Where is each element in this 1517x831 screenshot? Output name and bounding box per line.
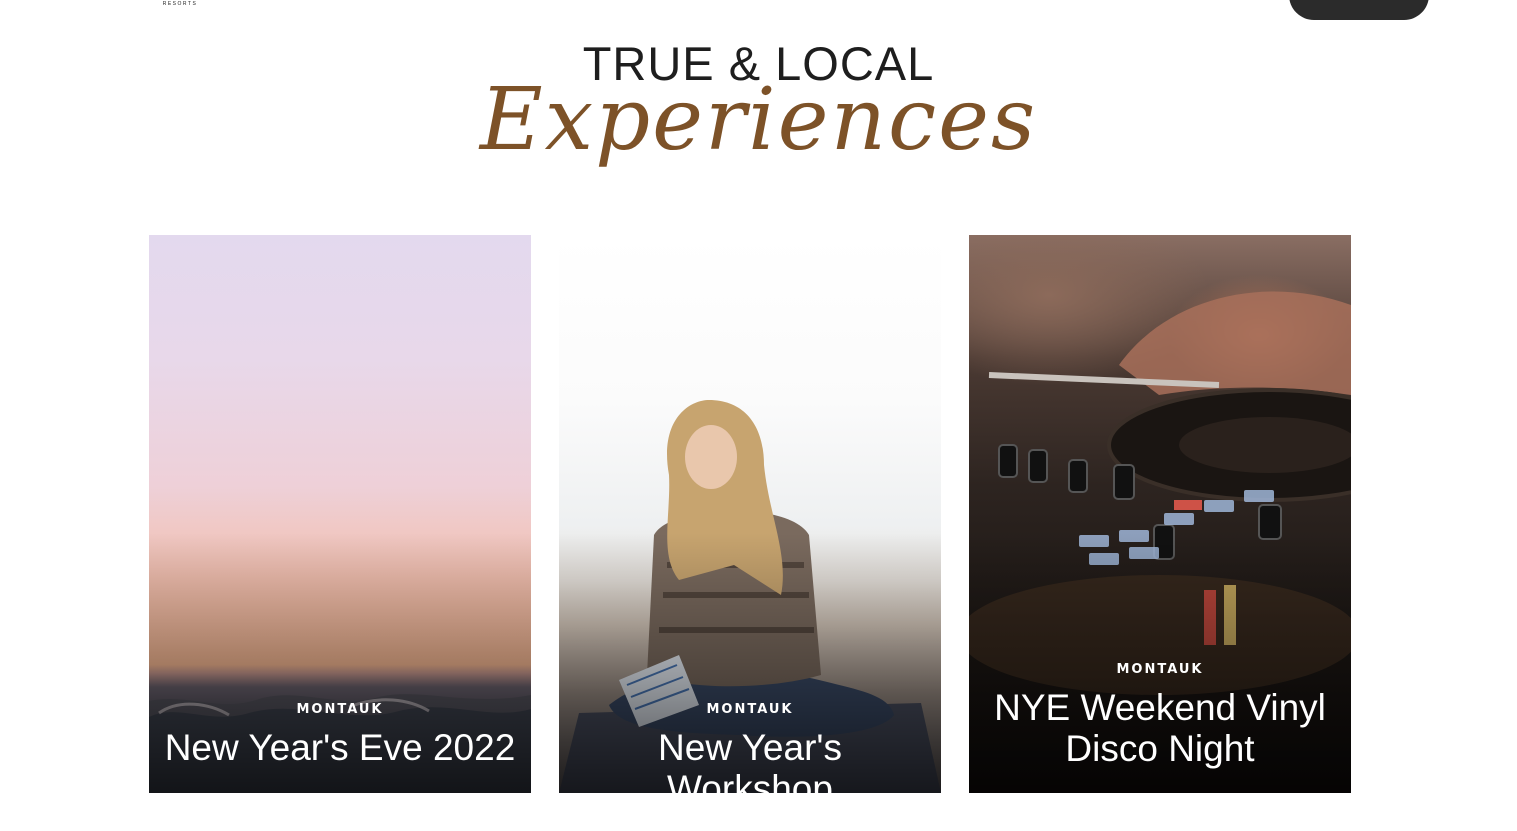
experience-card-vinyl-disco[interactable]: MONTAUK NYE Weekend Vinyl Disco Night [969, 235, 1351, 793]
card-title[interactable]: NYE Weekend Vinyl Disco Night [981, 687, 1339, 769]
card-location: MONTAUK [296, 702, 384, 717]
section-heading-script: Experiences [479, 70, 1038, 170]
card-location: MONTAUK [1116, 662, 1204, 677]
experience-card-workshop[interactable]: MONTAUK New Year's Workshop [559, 235, 941, 793]
logo-subtitle: RESORTS [162, 1, 198, 7]
page: RESORTS TRUE & LOCAL Experiences MONTAUK… [0, 0, 1517, 831]
brand-logo[interactable]: RESORTS [140, 0, 220, 14]
header-cta-button[interactable] [1289, 0, 1429, 20]
card-location: MONTAUK [706, 702, 794, 717]
experience-card-nye-2022[interactable]: MONTAUK New Year's Eve 2022 [149, 235, 531, 793]
card-title[interactable]: New Year's Workshop [571, 727, 929, 793]
card-title[interactable]: New Year's Eve 2022 [161, 727, 519, 768]
hamburger-menu-icon[interactable] [68, 0, 100, 4]
